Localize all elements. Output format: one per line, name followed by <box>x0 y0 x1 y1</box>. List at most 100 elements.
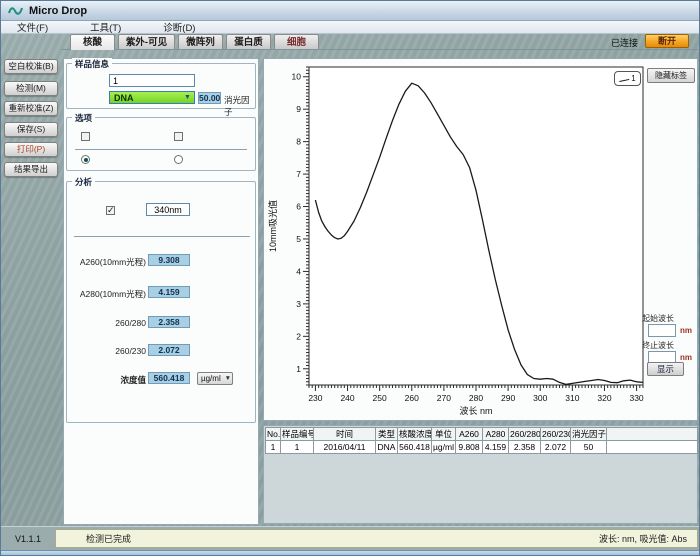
cell-concentration: 560.418 <box>398 441 432 454</box>
ratio-260-230-label: 260/230 <box>67 346 146 356</box>
cell-sample-id: 1 <box>281 441 314 454</box>
option-radio-2[interactable] <box>174 155 183 164</box>
spectrum-chart-panel: 2302402502602702802903003103203301234567… <box>263 58 698 421</box>
tab-microarray[interactable]: 微阵列 <box>178 34 223 49</box>
svg-text:260: 260 <box>405 393 419 403</box>
col-time: 时间 <box>314 428 376 441</box>
svg-text:10mm吸光值: 10mm吸光值 <box>267 200 278 252</box>
concentration-value: 560.418 <box>148 372 190 384</box>
wavelength-checkbox[interactable] <box>106 206 115 215</box>
end-wavelength-label: 终止波长 <box>642 340 674 351</box>
col-260-230: 260/230 <box>541 428 571 441</box>
svg-text:波长 nm: 波长 nm <box>459 405 492 416</box>
svg-text:230: 230 <box>308 393 322 403</box>
menu-tools[interactable]: 工具(T) <box>78 20 133 34</box>
end-wavelength-unit: nm <box>680 353 692 362</box>
cell-type: DNA <box>376 441 398 454</box>
app-window: Micro Drop 文件(F) 工具(T) 诊断(D) 核酸 紫外-可见 微阵… <box>0 0 700 556</box>
a280-label: A280(10mm光程) <box>67 288 146 300</box>
sample-id-input[interactable]: 1 <box>109 74 195 87</box>
cell-time: 2016/04/11 <box>314 441 376 454</box>
analysis-group: 分析 340nm A260(10mm光程) 9.308 A280(10mm光程)… <box>66 181 256 423</box>
app-logo-icon <box>8 5 23 16</box>
svg-text:5: 5 <box>296 234 301 244</box>
options-group: 选项 <box>66 117 256 171</box>
analysis-divider <box>74 236 250 237</box>
chart-legend: 1 <box>614 71 641 86</box>
svg-text:310: 310 <box>565 393 579 403</box>
a280-value: 4.159 <box>148 286 190 298</box>
main-area: 核酸 紫外-可见 微阵列 蛋白质 细胞 已连接 断开 空白校准(B) 检测(M)… <box>1 34 700 526</box>
svg-text:290: 290 <box>501 393 515 403</box>
title-bar: Micro Drop <box>1 1 699 21</box>
option-checkbox-2[interactable] <box>174 132 183 141</box>
concentration-unit-select[interactable]: µg/ml ▼ <box>197 372 233 385</box>
menu-diagnostics[interactable]: 诊断(D) <box>151 20 207 34</box>
col-extinction: 消光因子 <box>571 428 607 441</box>
svg-text:270: 270 <box>437 393 451 403</box>
svg-text:1: 1 <box>296 364 301 374</box>
svg-text:330: 330 <box>629 393 643 403</box>
menu-file[interactable]: 文件(F) <box>5 20 60 34</box>
svg-text:9: 9 <box>296 104 301 114</box>
tab-protein[interactable]: 蛋白质 <box>226 34 271 49</box>
col-concentration: 核酸浓度 <box>398 428 432 441</box>
ratio-260-280-label: 260/280 <box>67 318 146 328</box>
status-message: 检测已完成 <box>86 532 131 545</box>
col-sample-id: 样品编号 <box>281 428 314 441</box>
blank-calibration-button[interactable]: 空白校准(B) <box>4 59 58 74</box>
print-button[interactable]: 打印(P) <box>4 142 58 157</box>
content-divider <box>61 49 698 50</box>
window-title: Micro Drop <box>29 5 87 17</box>
col-260-280: 260/280 <box>509 428 541 441</box>
start-wavelength-unit: nm <box>680 326 692 335</box>
options-label: 选项 <box>72 112 95 124</box>
start-wavelength-input[interactable] <box>648 324 676 337</box>
svg-text:280: 280 <box>469 393 483 403</box>
legend-entry: 1 <box>631 74 635 83</box>
concentration-label: 浓度值 <box>67 374 146 386</box>
option-radio-1[interactable] <box>81 155 90 164</box>
chevron-down-icon: ▼ <box>182 92 193 103</box>
sample-type-value: DNA <box>114 93 134 103</box>
cell-empty <box>607 441 698 454</box>
tab-uv-vis[interactable]: 紫外-可见 <box>118 34 175 49</box>
svg-text:2: 2 <box>296 331 301 341</box>
ratio-260-280-value: 2.358 <box>148 316 190 328</box>
results-header-row: No. 样品编号 时间 类型 核酸浓度 单位 A260 A280 260/280… <box>266 428 698 441</box>
extinction-factor-label: 消光因子 <box>224 94 255 118</box>
menu-bar: 文件(F) 工具(T) 诊断(D) <box>1 21 699 34</box>
table-row[interactable]: 1 1 2016/04/11 DNA 560.418 µg/ml 9.808 4… <box>266 441 698 454</box>
connection-status: 已连接 <box>611 36 638 49</box>
svg-text:10: 10 <box>292 72 302 82</box>
legend-line-icon <box>619 76 630 82</box>
recalibrate-button[interactable]: 重新校准(Z) <box>4 101 58 116</box>
sample-info-label: 样品信息 <box>72 58 112 70</box>
hide-labels-button[interactable]: 隐藏标签 <box>647 68 695 83</box>
save-button[interactable]: 保存(S) <box>4 122 58 137</box>
export-results-button[interactable]: 结果导出 <box>4 162 58 177</box>
a260-value: 9.308 <box>148 254 190 266</box>
option-checkbox-1[interactable] <box>81 132 90 141</box>
extinction-factor-value: 50.00 <box>198 92 221 104</box>
ratio-260-230-value: 2.072 <box>148 344 190 356</box>
disconnect-button[interactable]: 断开 <box>645 34 689 48</box>
cell-no: 1 <box>266 441 281 454</box>
cell-260-280: 2.358 <box>509 441 541 454</box>
svg-text:8: 8 <box>296 137 301 147</box>
results-table: No. 样品编号 时间 类型 核酸浓度 单位 A260 A280 260/280… <box>265 427 698 454</box>
svg-text:6: 6 <box>296 202 301 212</box>
sample-type-select[interactable]: DNA ▼ <box>109 91 195 104</box>
status-units: 波长: nm, 吸光值: Abs <box>599 532 687 545</box>
tab-cell[interactable]: 细胞 <box>274 34 319 49</box>
sample-info-group: 样品信息 1 DNA ▼ 50.00 消光因子 <box>66 63 256 109</box>
measure-button[interactable]: 检测(M) <box>4 81 58 96</box>
col-a260: A260 <box>456 428 483 441</box>
col-no: No. <box>266 428 281 441</box>
col-type: 类型 <box>376 428 398 441</box>
wavelength-input[interactable]: 340nm <box>146 203 190 216</box>
tab-nucleic-acid[interactable]: 核酸 <box>70 34 115 50</box>
show-button[interactable]: 显示 <box>647 362 684 376</box>
a260-label: A260(10mm光程) <box>67 256 146 268</box>
results-table-panel: No. 样品编号 时间 类型 核酸浓度 单位 A260 A280 260/280… <box>263 425 698 524</box>
